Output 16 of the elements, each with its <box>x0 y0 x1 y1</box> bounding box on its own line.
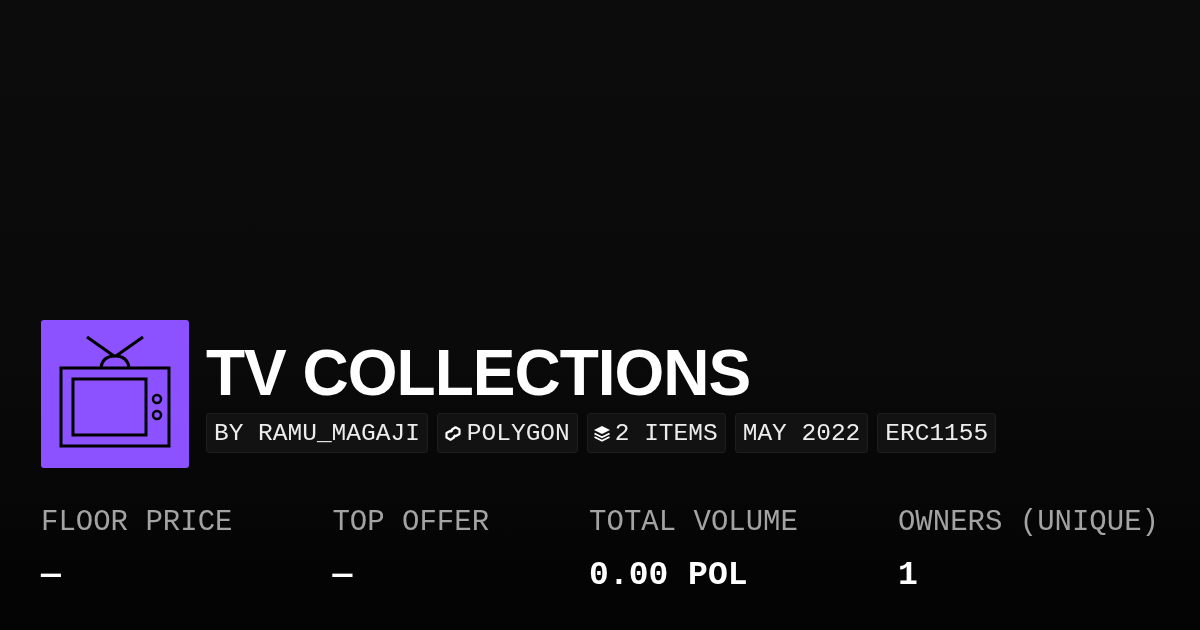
stat-label: OWNERS (UNIQUE) <box>897 505 1159 540</box>
tag: BY RAMU_MAGAJI <box>206 413 428 453</box>
stat-label: TOTAL VOLUME <box>589 505 798 540</box>
layers-icon <box>592 424 611 442</box>
tag: MAY 2022 <box>734 413 869 453</box>
stat-value: 1 <box>897 556 919 596</box>
tag-label: POLYGON <box>466 419 570 447</box>
stat-value: 0.00 POL <box>589 556 749 596</box>
stat-label: TOP OFFER <box>332 505 490 540</box>
collection-title: TV COLLECTIONS <box>206 341 752 405</box>
hexagon-link-icon <box>442 424 463 442</box>
stat-value: — <box>41 556 62 596</box>
tag: ERC1155 <box>877 413 997 453</box>
stat-label: FLOOR PRICE <box>41 505 233 540</box>
stat-value: — <box>332 556 354 596</box>
tag-label: 2 ITEMS <box>614 419 718 447</box>
